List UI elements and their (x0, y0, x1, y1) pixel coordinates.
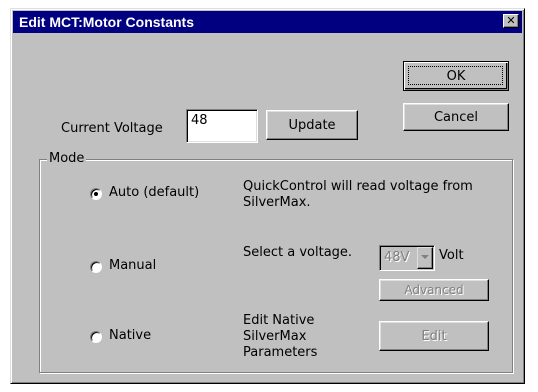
voltage-select[interactable]: 48V (379, 245, 435, 271)
advanced-label: Advanced (404, 283, 464, 297)
radio-manual[interactable] (90, 261, 102, 273)
chevron-down-icon[interactable] (417, 247, 433, 269)
window-title: Edit MCT:Motor Constants (19, 14, 194, 30)
title-bar[interactable]: Edit MCT:Motor Constants ✕ (13, 11, 522, 33)
edit-mct-dialog: Edit MCT:Motor Constants ✕ OK Cancel Cur… (10, 8, 525, 384)
radio-auto-label[interactable]: Auto (default) (109, 185, 199, 200)
close-icon[interactable]: ✕ (503, 14, 519, 28)
edit-label: Edit (421, 328, 447, 344)
current-voltage-input[interactable]: 48 (186, 109, 258, 143)
volt-unit-label: Volt (439, 248, 464, 263)
radio-selected-dot (94, 192, 98, 196)
radio-manual-label[interactable]: Manual (109, 258, 156, 273)
cancel-button[interactable]: Cancel (403, 103, 509, 131)
advanced-button[interactable]: Advanced (379, 279, 489, 301)
voltage-select-value: 48V (384, 250, 410, 265)
radio-auto[interactable] (90, 188, 102, 200)
edit-button[interactable]: Edit (379, 321, 489, 351)
mode-group-title: Mode (47, 151, 87, 166)
cancel-label: Cancel (433, 109, 479, 125)
auto-description: QuickControl will read voltage from Silv… (243, 179, 473, 210)
radio-native-label[interactable]: Native (109, 328, 151, 343)
update-button[interactable]: Update (266, 110, 358, 140)
native-description: Edit Native SilverMax Parameters (243, 313, 318, 360)
update-label: Update (288, 117, 336, 133)
radio-native[interactable] (90, 331, 102, 343)
focus-rect (408, 66, 503, 85)
current-voltage-label: Current Voltage (61, 121, 163, 136)
ok-button[interactable]: OK (403, 61, 509, 91)
manual-description: Select a voltage. (243, 245, 353, 260)
